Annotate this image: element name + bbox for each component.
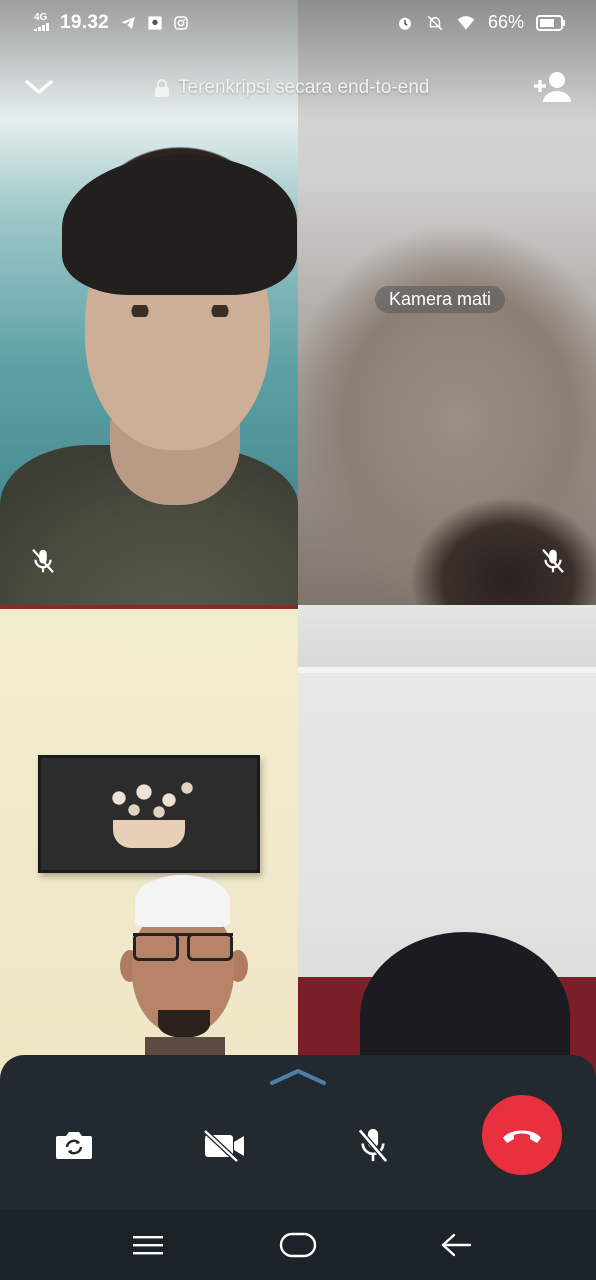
- encryption-notice: Terenkripsi secara end-to-end: [154, 77, 429, 99]
- alarm-icon: [398, 17, 411, 30]
- signal-icon: [34, 22, 49, 31]
- participant-glasses: [133, 933, 233, 961]
- instagram-icon: [174, 16, 188, 30]
- menu-icon: [133, 1236, 163, 1255]
- bell-off-icon: [427, 15, 443, 30]
- mic-off-icon: [32, 549, 54, 573]
- mic-off-icon: [542, 549, 564, 573]
- mic-off-icon: [357, 1128, 389, 1163]
- system-nav-bar: [0, 1210, 596, 1280]
- switch-camera-icon: [56, 1132, 92, 1159]
- participant-tile-bottom-right[interactable]: [298, 605, 596, 1085]
- video-toggle-button[interactable]: [194, 1115, 254, 1175]
- battery-percent: 66%: [487, 12, 524, 32]
- network-type: 4G: [34, 11, 48, 23]
- telegram-icon: [121, 17, 135, 29]
- chevron-up-icon[interactable]: [268, 1067, 328, 1087]
- switch-camera-button[interactable]: [44, 1115, 104, 1175]
- encryption-text: Terenkripsi secara end-to-end: [178, 77, 430, 98]
- clock: 19.32: [60, 12, 110, 33]
- call-header: Terenkripsi secara end-to-end: [0, 62, 596, 114]
- participant-cap: [135, 875, 230, 927]
- home-button[interactable]: [278, 1230, 318, 1260]
- end-call-icon: [503, 1130, 541, 1143]
- participant-hair: [62, 155, 297, 295]
- camera-off-badge: Kamera mati: [375, 286, 506, 313]
- lock-icon: [155, 79, 169, 97]
- participant-tile-bottom-left[interactable]: [0, 605, 298, 1085]
- end-call-button[interactable]: [482, 1095, 562, 1175]
- wall-picture-frame: [38, 755, 260, 873]
- back-button[interactable]: [436, 1230, 476, 1260]
- room-ceiling: [298, 605, 596, 673]
- status-bar: 4G 19.32 66%: [0, 0, 596, 46]
- frame-basket: [113, 820, 185, 848]
- video-off-icon: [203, 1129, 244, 1162]
- gallery-icon: [148, 16, 162, 30]
- home-icon: [279, 1232, 317, 1258]
- call-controls-panel: [0, 1055, 596, 1210]
- mute-button[interactable]: [343, 1115, 403, 1175]
- participant-eyes: [120, 305, 250, 317]
- menu-button[interactable]: [128, 1230, 168, 1260]
- participant-beard: [158, 1010, 210, 1038]
- chevron-down-icon[interactable]: [24, 76, 54, 98]
- battery-icon: [536, 14, 565, 31]
- wifi-icon: [457, 15, 475, 30]
- back-icon: [441, 1233, 472, 1257]
- frame-flowers: [99, 778, 199, 823]
- network-indicator: 4G: [34, 11, 50, 34]
- add-person-icon[interactable]: [532, 70, 574, 104]
